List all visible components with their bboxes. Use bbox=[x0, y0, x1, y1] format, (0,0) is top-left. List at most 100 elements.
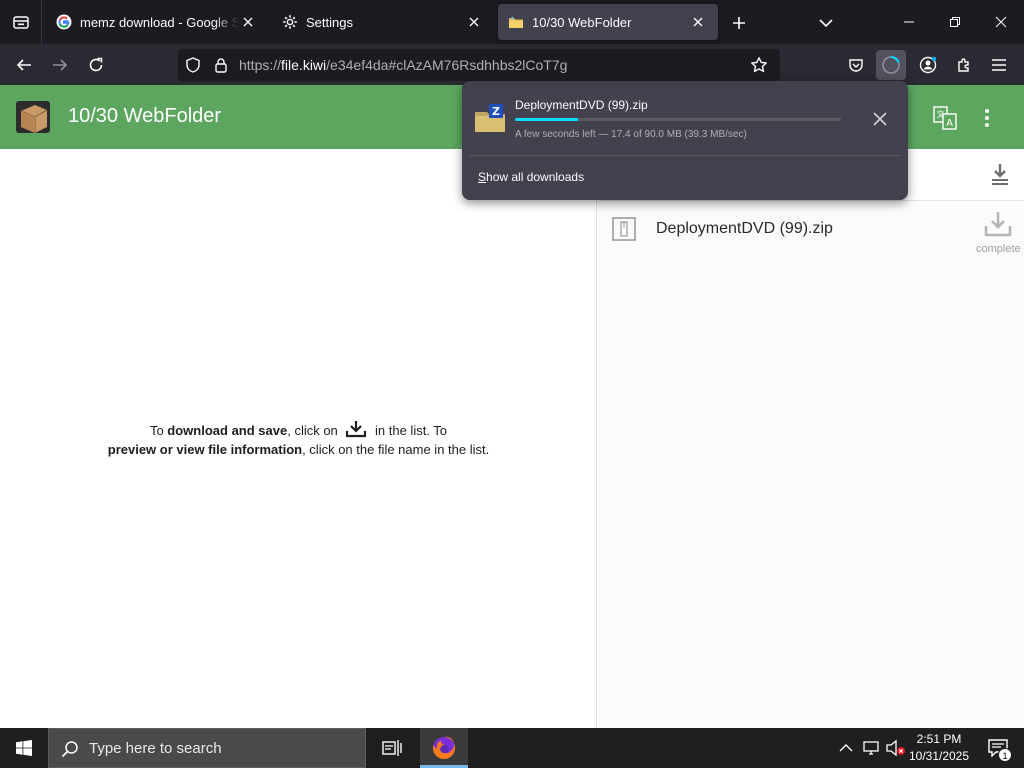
translate-button[interactable]: A文 bbox=[930, 103, 960, 133]
bookmark-star-icon[interactable] bbox=[750, 56, 768, 74]
chevron-down-icon bbox=[819, 19, 833, 28]
tab-google-search[interactable]: memz download - Google Search bbox=[46, 4, 268, 40]
close-icon bbox=[873, 112, 887, 126]
download-filename: DeploymentDVD (99).zip bbox=[515, 98, 648, 112]
system-clock[interactable]: 2:51 PM 10/31/2025 bbox=[904, 731, 974, 765]
url-path: /e34ef4da#clAzAM76Rsdhhbs2lCoT7g bbox=[326, 57, 568, 73]
file-preview-pane: To download and save, click on in the li… bbox=[0, 149, 597, 728]
downloads-button[interactable] bbox=[876, 50, 906, 80]
firefox-view-button[interactable] bbox=[0, 0, 42, 44]
back-arrow-icon bbox=[16, 59, 31, 71]
tab-title: Settings bbox=[306, 14, 353, 30]
clock-time: 2:51 PM bbox=[916, 732, 962, 746]
file-list-item[interactable]: DeploymentDVD (99).zip complete bbox=[598, 207, 1024, 255]
gear-icon bbox=[282, 14, 298, 30]
divider bbox=[470, 155, 900, 156]
account-button[interactable] bbox=[913, 50, 943, 80]
winzip-file-icon: Z bbox=[475, 104, 505, 132]
close-tab-icon[interactable] bbox=[464, 12, 484, 32]
chevron-up-icon bbox=[839, 744, 853, 752]
close-icon bbox=[995, 16, 1007, 28]
account-icon bbox=[919, 56, 937, 74]
restore-button[interactable] bbox=[932, 0, 978, 44]
access-key: S bbox=[478, 170, 487, 184]
new-tab-button[interactable] bbox=[726, 10, 752, 36]
volume-muted-icon bbox=[886, 739, 905, 757]
forward-button[interactable] bbox=[45, 50, 75, 80]
shield-icon[interactable] bbox=[184, 56, 202, 74]
download-icon bbox=[984, 212, 1012, 237]
download-item[interactable]: Z DeploymentDVD (99).zip A few seconds l… bbox=[470, 89, 900, 149]
instruction-emphasis: download and save bbox=[167, 423, 288, 438]
url-text[interactable]: https://file.kiwi/e34ef4da#clAzAM76Rsdhh… bbox=[239, 57, 567, 73]
windows-taskbar: Type here to search 2:51 PM 10/31/2025 1 bbox=[0, 728, 1024, 768]
cancel-download-button[interactable] bbox=[866, 107, 894, 131]
download-progress-fill bbox=[515, 118, 578, 121]
file-list-pane: DeploymentDVD (99).zip complete bbox=[598, 149, 1024, 728]
navigation-toolbar: https://file.kiwi/e34ef4da#clAzAM76Rsdhh… bbox=[0, 44, 1024, 85]
download-progress-icon bbox=[882, 56, 900, 74]
search-placeholder: Type here to search bbox=[89, 740, 222, 757]
taskbar-search-box[interactable]: Type here to search bbox=[48, 728, 366, 768]
forward-arrow-icon bbox=[53, 59, 68, 71]
restore-icon bbox=[950, 17, 960, 27]
reload-button[interactable] bbox=[81, 50, 111, 80]
zip-file-icon bbox=[612, 217, 636, 241]
download-status: A few seconds left — 17.4 of 90.0 MB (39… bbox=[515, 129, 747, 140]
minimize-button[interactable] bbox=[886, 0, 932, 44]
task-view-button[interactable] bbox=[370, 728, 414, 768]
svg-text:A: A bbox=[946, 118, 953, 129]
svg-text:Z: Z bbox=[492, 105, 500, 118]
more-options-button[interactable] bbox=[974, 103, 1000, 133]
pocket-icon bbox=[849, 59, 863, 72]
close-tab-icon[interactable] bbox=[688, 12, 708, 32]
tab-title: memz download - Google Search bbox=[80, 14, 238, 30]
folder-icon bbox=[508, 14, 524, 30]
close-tab-icon[interactable] bbox=[238, 12, 258, 32]
box-logo-icon[interactable] bbox=[14, 97, 54, 137]
download-all-button[interactable] bbox=[988, 161, 1012, 187]
app-menu-button[interactable] bbox=[984, 50, 1014, 80]
clock-date: 10/31/2025 bbox=[908, 749, 970, 763]
puzzle-icon bbox=[958, 58, 969, 72]
tab-settings[interactable]: Settings bbox=[272, 4, 494, 40]
kebab-menu-icon bbox=[985, 109, 989, 127]
instructions-text: To download and save, click on in the li… bbox=[0, 420, 597, 459]
google-icon bbox=[56, 14, 72, 30]
firefox-icon bbox=[432, 736, 455, 759]
show-hidden-icons-button[interactable] bbox=[836, 738, 856, 758]
download-progress-bar bbox=[515, 118, 841, 121]
start-button[interactable] bbox=[0, 728, 48, 768]
hamburger-menu-icon bbox=[992, 59, 1006, 71]
downloads-panel: Z DeploymentDVD (99).zip A few seconds l… bbox=[462, 81, 908, 200]
minimize-icon bbox=[904, 21, 914, 23]
notification-count-badge: 1 bbox=[998, 748, 1012, 762]
volume-button[interactable] bbox=[886, 738, 906, 758]
url-bar[interactable]: https://file.kiwi/e34ef4da#clAzAM76Rsdhh… bbox=[178, 49, 780, 81]
show-all-label: how all downloads bbox=[486, 170, 585, 184]
lock-icon[interactable] bbox=[212, 56, 230, 74]
network-status-button[interactable] bbox=[861, 738, 881, 758]
close-window-button[interactable] bbox=[978, 0, 1024, 44]
back-button[interactable] bbox=[9, 50, 39, 80]
instruction-emphasis: preview or view file information bbox=[107, 442, 303, 457]
file-name-link[interactable]: DeploymentDVD (99).zip bbox=[656, 220, 833, 238]
action-center-button[interactable]: 1 bbox=[978, 728, 1018, 768]
show-all-downloads-button[interactable]: Show all downloads bbox=[478, 170, 584, 184]
url-host: file.kiwi bbox=[281, 57, 327, 73]
file-status: complete bbox=[976, 243, 1021, 255]
download-icon bbox=[346, 421, 367, 438]
instruction-text: , click on bbox=[287, 423, 342, 438]
site-title: 10/30 WebFolder bbox=[68, 105, 222, 127]
plus-icon bbox=[733, 17, 745, 29]
url-scheme: https:// bbox=[239, 57, 282, 73]
reload-icon bbox=[89, 57, 103, 72]
pocket-button[interactable] bbox=[841, 50, 871, 80]
firefox-taskbar-button[interactable] bbox=[420, 728, 468, 768]
instruction-text: To bbox=[149, 423, 168, 438]
tab-webfolder[interactable]: 10/30 WebFolder bbox=[498, 4, 718, 40]
task-view-icon bbox=[382, 740, 402, 756]
extensions-button[interactable] bbox=[949, 50, 979, 80]
network-icon bbox=[863, 741, 879, 755]
list-all-tabs-button[interactable] bbox=[812, 10, 840, 36]
